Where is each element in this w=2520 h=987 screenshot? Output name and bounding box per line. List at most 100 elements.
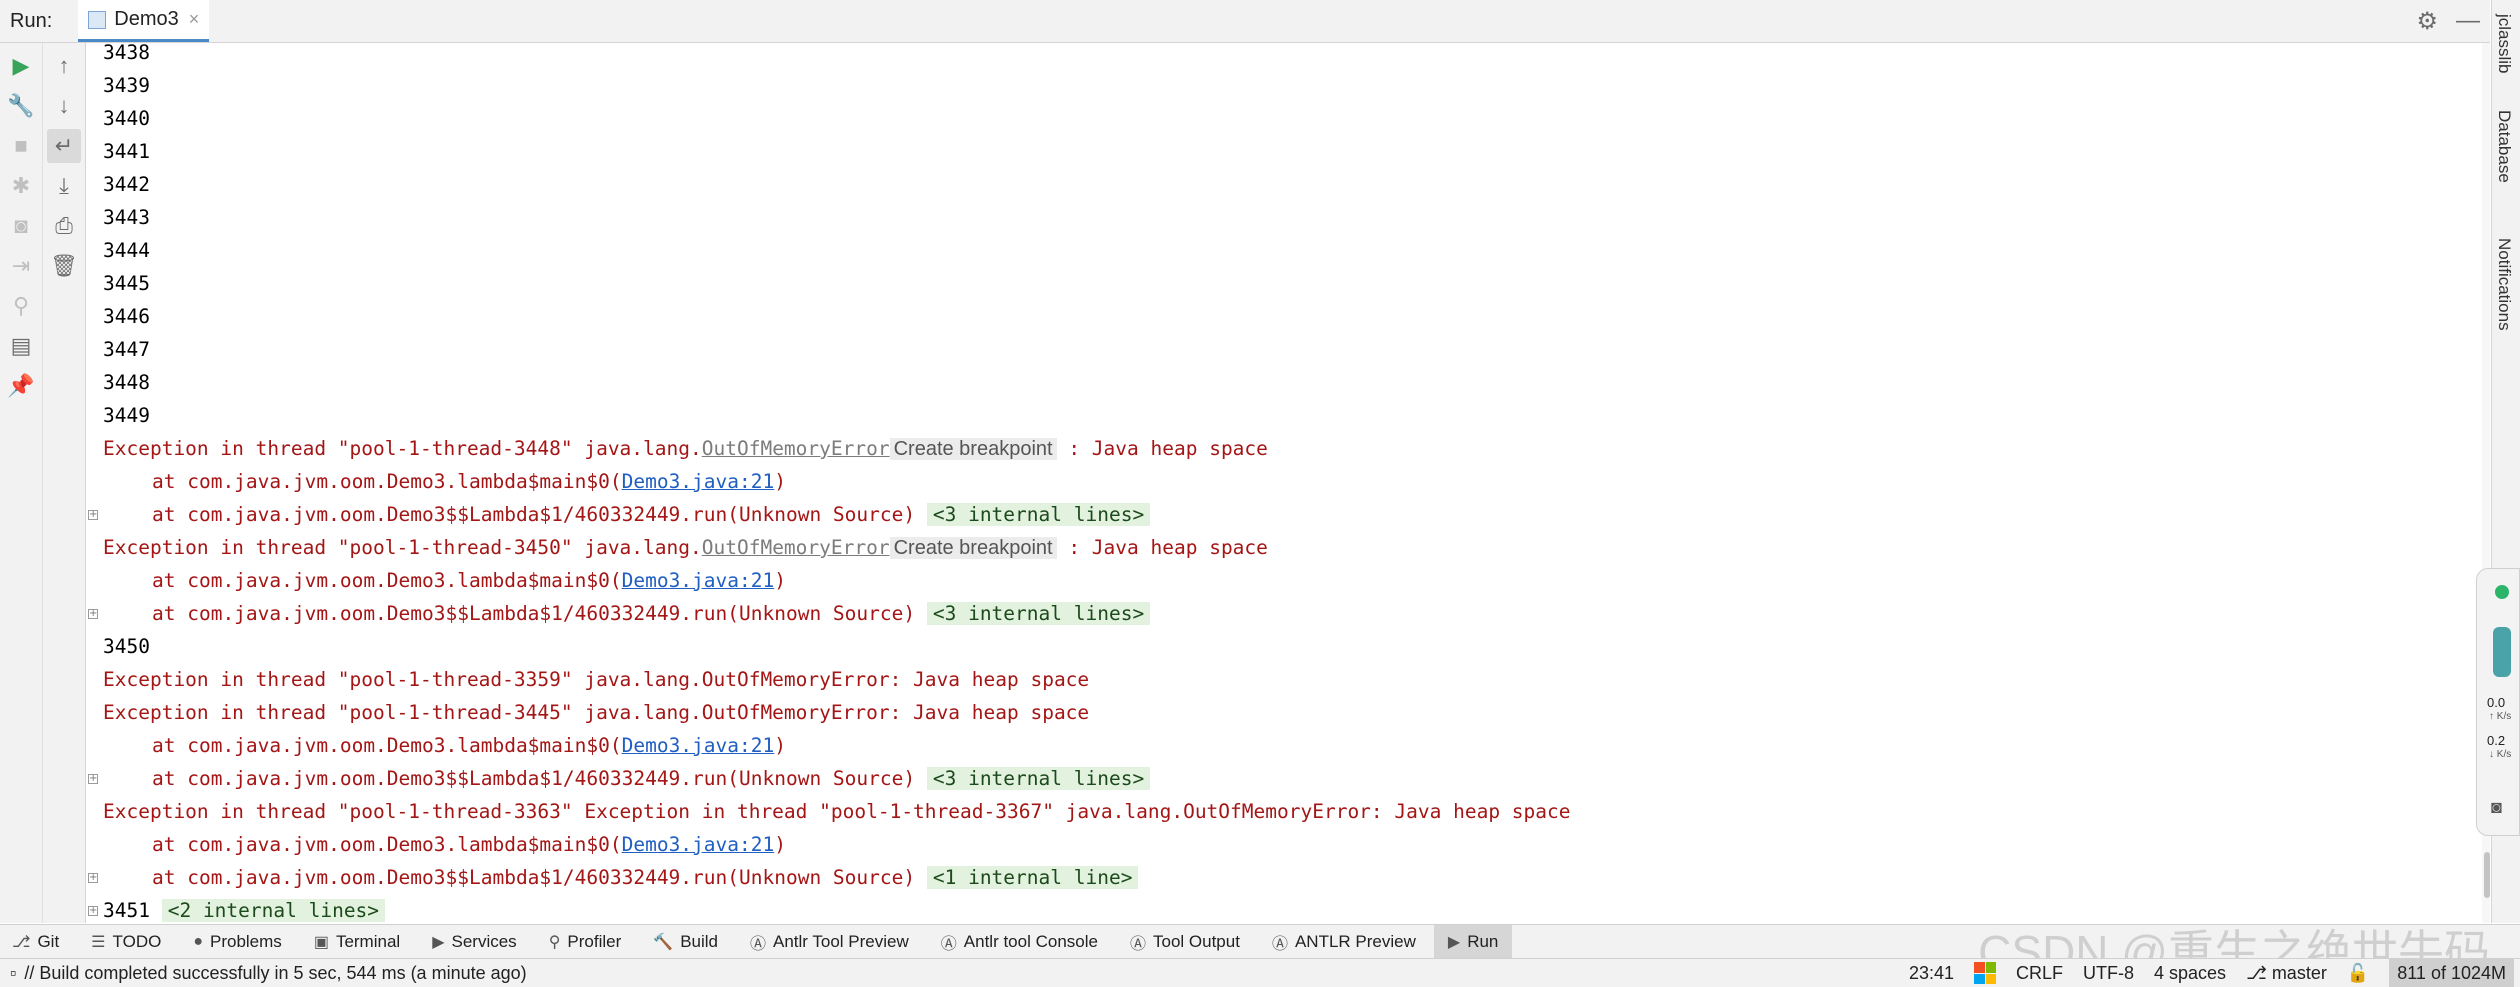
status-toggle-icon[interactable]: ▫ (10, 963, 16, 984)
console-line-number: 3444 (103, 239, 150, 262)
internal-lines-fold[interactable]: <3 internal lines> (926, 767, 1151, 790)
create-breakpoint-link[interactable]: Create breakpoint (889, 537, 1057, 559)
stack-frame-text: at com.java.jvm.oom.Demo3.lambda$main$0( (152, 833, 622, 856)
exception-suffix: : Java heap space (1056, 437, 1268, 460)
expand-fold-icon[interactable]: + (88, 873, 98, 883)
scroll-down-arrow-icon[interactable]: ↓ (47, 89, 81, 123)
stop-icon[interactable]: ■ (4, 129, 38, 163)
exception-line: Exception in thread "pool-1-thread-3359"… (103, 668, 1090, 691)
layout-icon[interactable]: ▤ (4, 329, 38, 363)
pin-tab-icon[interactable]: 📌 (4, 369, 38, 403)
scrollbar-thumb[interactable] (2484, 852, 2490, 898)
tab-profiler[interactable]: ⚲ Profiler (549, 925, 622, 959)
tab-antlr-tool-preview[interactable]: Ⓐ Antlr Tool Preview (750, 925, 909, 959)
console-line-number: 3443 (103, 206, 150, 229)
stack-frame-text: at com.java.jvm.oom.Demo3$$Lambda$1/4603… (152, 503, 916, 526)
lock-icon[interactable]: 🔓 (2347, 963, 2369, 984)
stack-frame-close: ) (774, 569, 786, 592)
camera-icon[interactable]: ◙ (2491, 797, 2502, 818)
trash-clear-icon[interactable]: 🗑 (47, 249, 81, 283)
debug-bug-icon[interactable]: ✱ (4, 169, 38, 203)
create-breakpoint-link[interactable]: Create breakpoint (889, 438, 1057, 460)
database-tool-button[interactable]: Database (2494, 110, 2514, 183)
settings-gear-icon[interactable]: ⚙ (2416, 7, 2438, 36)
minimize-icon[interactable]: — (2456, 7, 2480, 35)
source-link[interactable]: Demo3.java:21 (622, 833, 775, 856)
tab-antlr-tool-console[interactable]: Ⓐ Antlr tool Console (941, 925, 1098, 959)
run-label: Run: (10, 9, 53, 32)
tab-problems[interactable]: ● Problems (193, 925, 281, 959)
expand-fold-icon[interactable]: + (88, 510, 98, 520)
exit-icon[interactable]: ⇥ (4, 249, 38, 283)
tab-label: Tool Output (1152, 931, 1240, 951)
encoding-widget[interactable]: UTF-8 (2083, 963, 2134, 984)
notifications-tool-button[interactable]: Notifications (2494, 238, 2514, 331)
source-link[interactable]: Demo3.java:21 (622, 569, 775, 592)
status-message[interactable]: ▫ // Build completed successfully in 5 s… (10, 963, 527, 984)
status-dot-icon (2495, 585, 2509, 599)
tab-run[interactable]: ▶ Run (1433, 924, 1513, 959)
tab-git[interactable]: ⎇ Git (12, 925, 59, 959)
stack-frame-line: at com.java.jvm.oom.Demo3.lambda$main$0(… (86, 465, 2482, 498)
stack-frame-line: at com.java.jvm.oom.Demo3.lambda$main$0(… (86, 564, 2482, 597)
tab-services[interactable]: ▶ Services (432, 925, 517, 959)
tab-label: Profiler (567, 931, 622, 951)
stack-frame-close: ) (774, 833, 786, 856)
expand-fold-icon[interactable]: + (88, 774, 98, 784)
tab-label: ANTLR Preview (1294, 931, 1416, 951)
tab-terminal[interactable]: ▣ Terminal (314, 925, 400, 959)
tab-build[interactable]: 🔨 Build (653, 925, 718, 959)
todo-list-icon: ☰ (91, 933, 106, 951)
tab-demo3-label: Demo3 (114, 8, 179, 30)
stack-frame-text: at com.java.jvm.oom.Demo3$$Lambda$1/4603… (152, 767, 916, 790)
git-branch-icon: ⎇ (2246, 962, 2272, 983)
line-separator-widget[interactable]: CRLF (2016, 963, 2063, 984)
stack-frame-text: at com.java.jvm.oom.Demo3$$Lambda$1/4603… (152, 866, 916, 889)
exception-line: Exception in thread "pool-1-thread-3445"… (103, 701, 1090, 724)
profiler-icon: ⚲ (548, 933, 561, 951)
internal-lines-fold[interactable]: <1 internal line> (926, 866, 1139, 889)
services-play-icon: ▶ (432, 933, 445, 951)
git-branch-widget[interactable]: ⎇ master (2246, 963, 2327, 984)
tab-antlr-preview[interactable]: Ⓐ ANTLR Preview (1272, 925, 1416, 959)
stack-frame-line: at com.java.jvm.oom.Demo3.lambda$main$0(… (86, 729, 2482, 762)
edit-configuration-wrench-icon[interactable]: 🔧 (4, 89, 38, 123)
java-class-icon (88, 10, 107, 29)
error-class-link[interactable]: OutOfMemoryError (702, 536, 890, 559)
source-link[interactable]: Demo3.java:21 (622, 734, 775, 757)
internal-lines-fold[interactable]: <2 internal lines> (161, 899, 386, 922)
error-class-link[interactable]: OutOfMemoryError (702, 437, 890, 460)
indent-widget[interactable]: 4 spaces (2154, 963, 2226, 984)
internal-lines-fold[interactable]: <3 internal lines> (926, 602, 1151, 625)
scroll-up-arrow-icon[interactable]: ↑ (47, 49, 81, 83)
console-line-number: 3447 (103, 338, 150, 361)
console-output[interactable]: 3438 3439 3440 3441 3442 3443 3444 3445 … (86, 36, 2482, 924)
tab-todo[interactable]: ☰ TODO (91, 925, 161, 959)
rerun-icon[interactable]: ▶ (4, 49, 38, 83)
internal-lines-fold[interactable]: <3 internal lines> (926, 503, 1151, 526)
memory-indicator[interactable]: 811 of 1024M (2389, 959, 2514, 987)
expand-fold-icon[interactable]: + (88, 609, 98, 619)
console-line-number: 3438 (103, 41, 150, 64)
line-number-text: 3451 (103, 899, 150, 922)
scroll-to-end-icon[interactable]: ⤓ (47, 169, 81, 203)
console-line-number: 3446 (103, 305, 150, 328)
exception-prefix: Exception in thread "pool-1-thread-3448"… (103, 437, 702, 460)
console-line-number: 3445 (103, 272, 150, 295)
tab-label: Build (680, 931, 718, 951)
tab-tool-output[interactable]: Ⓐ Tool Output (1130, 925, 1240, 959)
expand-fold-icon[interactable]: + (88, 906, 98, 916)
stack-frame-text: at com.java.jvm.oom.Demo3$$Lambda$1/4603… (152, 602, 916, 625)
monitor-bar (2493, 627, 2511, 677)
close-tab-icon[interactable]: × (189, 9, 200, 30)
upload-speed-unit: ↑ K/s (2489, 711, 2512, 722)
print-icon[interactable]: ⎙ (47, 209, 81, 243)
search-settings-icon[interactable]: ⚲ (4, 289, 38, 323)
camera-dump-icon[interactable]: ◙ (4, 209, 38, 243)
soft-wrap-icon[interactable]: ↵ (47, 129, 81, 163)
source-link[interactable]: Demo3.java:21 (622, 470, 775, 493)
jclasslib-tool-button[interactable]: jclasslib (2494, 14, 2514, 74)
console-line-number: 3450 (103, 635, 150, 658)
network-monitor-widget[interactable]: 0.0 ↑ K/s 0.2 ↓ K/s ◙ (2476, 568, 2520, 836)
problems-info-icon: ● (193, 932, 203, 950)
